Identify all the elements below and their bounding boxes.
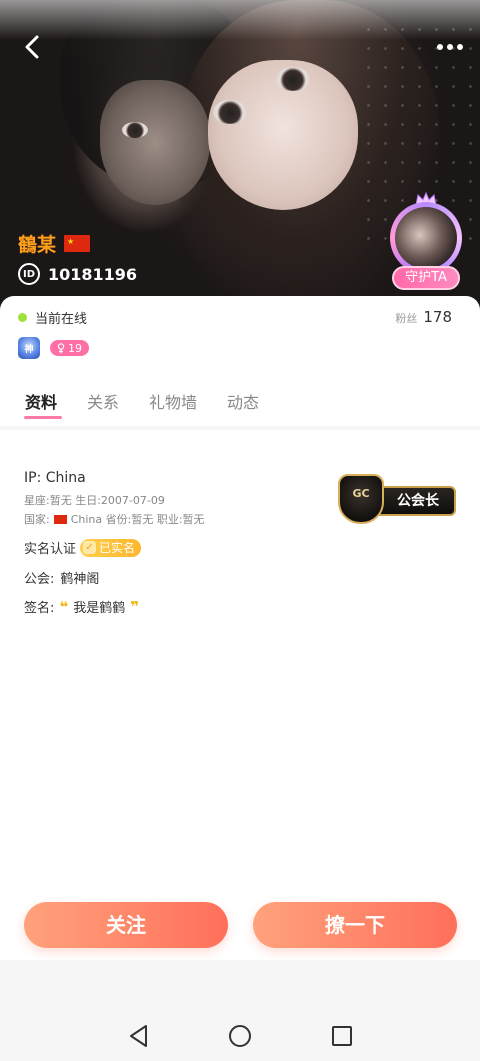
active-tab-indicator bbox=[24, 416, 62, 419]
badge-row: 神 19 bbox=[18, 337, 89, 359]
china-flag-icon bbox=[53, 514, 67, 524]
ip-location: IP: China bbox=[24, 470, 86, 486]
nav-back-icon[interactable] bbox=[126, 1023, 152, 1049]
nav-home-icon[interactable] bbox=[227, 1023, 253, 1049]
user-id: 10181196 bbox=[48, 264, 138, 284]
tab-moments[interactable]: 动态 bbox=[227, 384, 259, 413]
age-value: 19 bbox=[68, 341, 82, 355]
fans-number: 178 bbox=[423, 308, 452, 326]
nickname-row: 鶴某 ★ bbox=[18, 230, 91, 257]
female-icon bbox=[57, 342, 65, 353]
photo-shape bbox=[100, 80, 210, 205]
photo-shape bbox=[122, 122, 148, 138]
tab-relations[interactable]: 关系 bbox=[87, 384, 119, 413]
more-dots-icon bbox=[437, 44, 463, 50]
age-badge: 19 bbox=[50, 340, 89, 356]
realname-badge: ✓ 已实名 bbox=[80, 538, 142, 557]
system-navigation-bar bbox=[0, 1010, 480, 1061]
china-flag-icon: ★ bbox=[64, 235, 91, 252]
status-bar bbox=[0, 0, 480, 40]
id-icon: ID bbox=[18, 263, 40, 285]
signature-label: 签名: bbox=[24, 601, 55, 616]
tab-gift-wall[interactable]: 礼物墙 bbox=[149, 384, 197, 413]
guild-row: 公会: 鹤神阁 bbox=[24, 568, 99, 587]
guild-label: 公会: bbox=[24, 572, 55, 587]
profile-cover-photo: 鶴某 ★ ID 10181196 守护TA bbox=[0, 0, 480, 320]
profile-card: 当前在线 粉丝 178 神 19 资料 关系 礼物墙 动态 bbox=[0, 296, 480, 426]
country-details: China 省份:暂无 职业:暂无 bbox=[70, 513, 205, 526]
realname-row: 实名认证 ✓ 已实名 bbox=[24, 538, 142, 557]
guard-avatar bbox=[390, 202, 462, 274]
fans-label: 粉丝 bbox=[395, 312, 418, 325]
signature-text: 我是鹤鹤 bbox=[73, 601, 126, 616]
back-arrow-icon bbox=[25, 35, 39, 59]
constellation-birthday: 星座:暂无 生日:2007-07-09 bbox=[24, 494, 165, 507]
photo-shape bbox=[276, 67, 310, 91]
guard-button[interactable]: 守护TA bbox=[392, 266, 460, 290]
nickname: 鶴某 bbox=[18, 234, 57, 256]
online-status: 当前在线 bbox=[18, 308, 87, 327]
online-dot-icon bbox=[18, 313, 27, 322]
more-button[interactable] bbox=[432, 36, 468, 58]
country-line: 国家: China 省份:暂无 职业:暂无 bbox=[24, 511, 205, 527]
poke-button[interactable]: 撩一下 bbox=[253, 902, 457, 948]
follow-button[interactable]: 关注 bbox=[24, 902, 228, 948]
level-badge-icon: 神 bbox=[18, 337, 40, 359]
guild-shield-icon: GC bbox=[338, 474, 384, 524]
realname-label: 实名认证 bbox=[24, 542, 77, 557]
online-text: 当前在线 bbox=[35, 312, 88, 327]
fans-count[interactable]: 粉丝 178 bbox=[395, 308, 452, 326]
nav-recents-icon[interactable] bbox=[329, 1023, 355, 1049]
check-icon: ✓ bbox=[83, 541, 97, 554]
guild-leader-badge: 公会长 GC bbox=[338, 474, 458, 524]
quote-close-icon: ❞ bbox=[130, 597, 140, 616]
country-label: 国家: bbox=[24, 513, 50, 526]
photo-shape bbox=[213, 100, 247, 124]
signature-row: 签名: ❝ 我是鹤鹤 ❞ bbox=[24, 597, 144, 617]
user-id-row: ID 10181196 bbox=[18, 263, 137, 285]
profile-info-panel: IP: China 星座:暂无 生日:2007-07-09 国家: China … bbox=[0, 430, 480, 960]
profile-tabs: 资料 关系 礼物墙 动态 bbox=[0, 384, 480, 426]
quote-open-icon: ❝ bbox=[59, 597, 69, 616]
guild-name[interactable]: 鹤神阁 bbox=[60, 568, 99, 587]
guard-widget[interactable]: 守护TA bbox=[386, 192, 466, 292]
back-button[interactable] bbox=[18, 32, 48, 62]
tab-info[interactable]: 资料 bbox=[25, 384, 57, 413]
realname-badge-text: 已实名 bbox=[99, 541, 136, 555]
